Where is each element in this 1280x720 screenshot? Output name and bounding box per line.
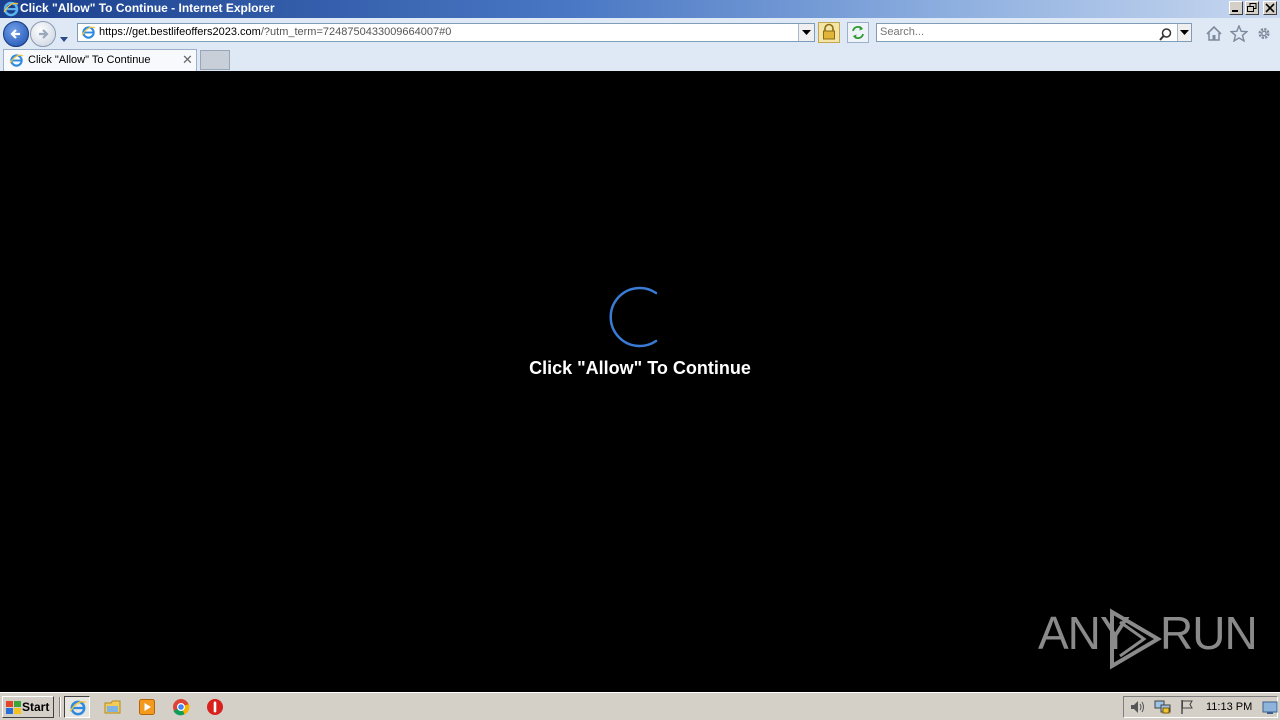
address-dropdown-icon[interactable] <box>798 24 814 41</box>
start-label: Start <box>22 700 50 714</box>
window-title: Click "Allow" To Continue - Internet Exp… <box>20 1 275 15</box>
watermark-right-text: RUN <box>1160 607 1258 659</box>
file-explorer-icon[interactable] <box>100 696 126 718</box>
close-window-button[interactable] <box>1263 1 1277 15</box>
search-icon[interactable] <box>1159 26 1172 45</box>
windows-flag-icon <box>6 700 21 719</box>
chrome-icon[interactable] <box>168 696 194 718</box>
url-host: https://get.bestlifeoffers2023.com <box>99 26 261 38</box>
action-center-flag-icon[interactable] <box>1179 699 1195 719</box>
stop-sign-icon[interactable] <box>202 696 228 718</box>
page-ie-icon <box>81 25 96 44</box>
tab-label: Click "Allow" To Continue <box>28 54 151 66</box>
taskbar: Start 11:13 PM <box>0 692 1280 720</box>
new-tab-button[interactable] <box>200 50 230 70</box>
internet-explorer-icon[interactable] <box>64 696 90 718</box>
address-bar[interactable]: https://get.bestlifeoffers2023.com/?utm_… <box>77 23 815 42</box>
start-button[interactable]: Start <box>2 696 54 718</box>
url-path: /?utm_term=7248750433009664007#0 <box>260 26 452 38</box>
recent-pages-dropdown-icon[interactable] <box>59 28 69 47</box>
allow-prompt-message: Click "Allow" To Continue <box>529 358 751 378</box>
tab-ie-icon <box>9 53 24 72</box>
ie-logo-icon <box>3 1 19 17</box>
title-bar: Click "Allow" To Continue - Internet Exp… <box>0 0 1280 18</box>
refresh-icon[interactable] <box>847 22 869 43</box>
play-logo-icon <box>1106 608 1164 674</box>
media-player-icon[interactable] <box>134 696 160 718</box>
show-desktop-icon[interactable] <box>1262 700 1278 719</box>
gear-icon[interactable] <box>1255 25 1273 46</box>
clock: 11:13 PM <box>1206 701 1253 713</box>
speaker-icon[interactable] <box>1129 699 1145 719</box>
favorites-star-icon[interactable] <box>1229 24 1249 46</box>
search-box[interactable] <box>876 23 1192 42</box>
minimize-button[interactable] <box>1229 1 1243 15</box>
home-icon[interactable] <box>1205 25 1223 46</box>
page-content: Click "Allow" To Continue ANY RUN <box>0 71 1280 692</box>
loading-spinner-icon <box>605 282 675 356</box>
navigation-bar: https://get.bestlifeoffers2023.com/?utm_… <box>0 18 1280 49</box>
url-text[interactable]: https://get.bestlifeoffers2023.com/?utm_… <box>99 26 451 38</box>
forward-button[interactable] <box>30 21 56 47</box>
system-tray: 11:13 PM <box>1123 696 1278 718</box>
tab-strip: Click "Allow" To Continue ✕ <box>0 48 1280 72</box>
search-dropdown-icon[interactable] <box>1177 24 1191 41</box>
restore-button[interactable] <box>1245 1 1259 15</box>
taskbar-separator <box>59 697 61 717</box>
tab-close-icon[interactable]: ✕ <box>182 54 193 67</box>
search-input[interactable] <box>880 25 1150 39</box>
tab-active[interactable]: Click "Allow" To Continue ✕ <box>3 49 197 71</box>
network-icon[interactable] <box>1154 699 1172 719</box>
security-lock-icon[interactable] <box>818 22 840 43</box>
back-button[interactable] <box>3 21 29 47</box>
